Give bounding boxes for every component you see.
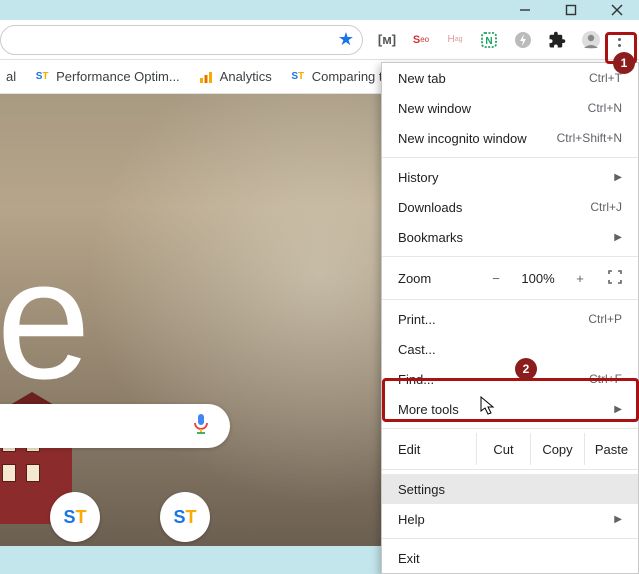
menu-exit[interactable]: Exit [382, 543, 638, 573]
extension-icons: [м] Seo Hag N [377, 30, 601, 50]
analytics-icon [198, 69, 214, 85]
window-titlebar [0, 0, 639, 20]
annotation-badge-1: 1 [613, 52, 635, 74]
zoom-percent: 100% [514, 271, 562, 286]
chevron-right-icon: ▶ [614, 172, 622, 183]
svg-text:N: N [485, 36, 492, 47]
menu-cast[interactable]: Cast... [382, 334, 638, 364]
zoom-in-button[interactable]: + [562, 271, 598, 286]
menu-print[interactable]: Print...Ctrl+P [382, 304, 638, 334]
menu-history[interactable]: History▶ [382, 162, 638, 192]
bookmark-item[interactable]: Analytics [192, 69, 278, 85]
address-bar[interactable]: ★ [0, 25, 363, 55]
shortcut-tile[interactable]: ST [160, 492, 210, 542]
edit-cut-button[interactable]: Cut [476, 433, 530, 465]
bookmark-label: Performance Optim... [56, 69, 180, 84]
menu-downloads[interactable]: DownloadsCtrl+J [382, 192, 638, 222]
bookmark-item[interactable]: al [0, 69, 22, 84]
google-search-input[interactable] [0, 404, 230, 448]
menu-new-incognito[interactable]: New incognito windowCtrl+Shift+N [382, 123, 638, 153]
annotation-badge-2: 2 [515, 358, 537, 380]
markup-icon[interactable]: [м] [377, 30, 397, 50]
menu-zoom: Zoom − 100% + [382, 261, 638, 295]
menu-find[interactable]: Find...Ctrl+F [382, 364, 638, 394]
maximize-button[interactable] [557, 0, 585, 20]
chrome-menu-button[interactable] [605, 26, 633, 54]
menu-bookmarks[interactable]: Bookmarks▶ [382, 222, 638, 252]
bookmark-item[interactable]: ST Performance Optim... [28, 69, 186, 85]
edit-paste-button[interactable]: Paste [584, 433, 638, 465]
menu-new-window[interactable]: New windowCtrl+N [382, 93, 638, 123]
note-icon[interactable]: N [479, 30, 499, 50]
minimize-button[interactable] [511, 0, 539, 20]
menu-new-tab[interactable]: New tabCtrl+T [382, 63, 638, 93]
bookmark-label: al [6, 69, 16, 84]
shortcut-tile[interactable]: ST [50, 492, 100, 542]
google-logo-fragment: gle [0, 222, 83, 418]
zoom-out-button[interactable]: − [478, 271, 514, 286]
chrome-menu: New tabCtrl+T New windowCtrl+N New incog… [381, 62, 639, 574]
chevron-right-icon: ▶ [614, 404, 622, 415]
htag-icon[interactable]: Hag [445, 30, 465, 50]
bookmark-label: Analytics [220, 69, 272, 84]
browser-toolbar: ★ [м] Seo Hag N [0, 20, 639, 60]
menu-settings[interactable]: Settings [382, 474, 638, 504]
fullscreen-button[interactable] [598, 270, 632, 287]
bookmark-icon: ST [34, 69, 50, 85]
extensions-puzzle-icon[interactable] [547, 30, 567, 50]
close-button[interactable] [603, 0, 631, 20]
menu-more-tools[interactable]: More tools▶ [382, 394, 638, 424]
mouse-cursor-icon [480, 396, 498, 421]
edit-copy-button[interactable]: Copy [530, 433, 584, 465]
profile-avatar-icon[interactable] [581, 30, 601, 50]
bolt-icon[interactable] [513, 30, 533, 50]
more-vert-icon [618, 32, 621, 47]
bookmark-icon: ST [290, 69, 306, 85]
menu-edit-row: Edit Cut Copy Paste [382, 433, 638, 465]
chevron-right-icon: ▶ [614, 232, 622, 243]
voice-search-icon[interactable] [192, 413, 210, 440]
seo-icon[interactable]: Seo [411, 30, 431, 50]
chevron-right-icon: ▶ [614, 514, 622, 525]
bookmark-star-icon[interactable]: ★ [338, 29, 354, 50]
menu-help[interactable]: Help▶ [382, 504, 638, 534]
